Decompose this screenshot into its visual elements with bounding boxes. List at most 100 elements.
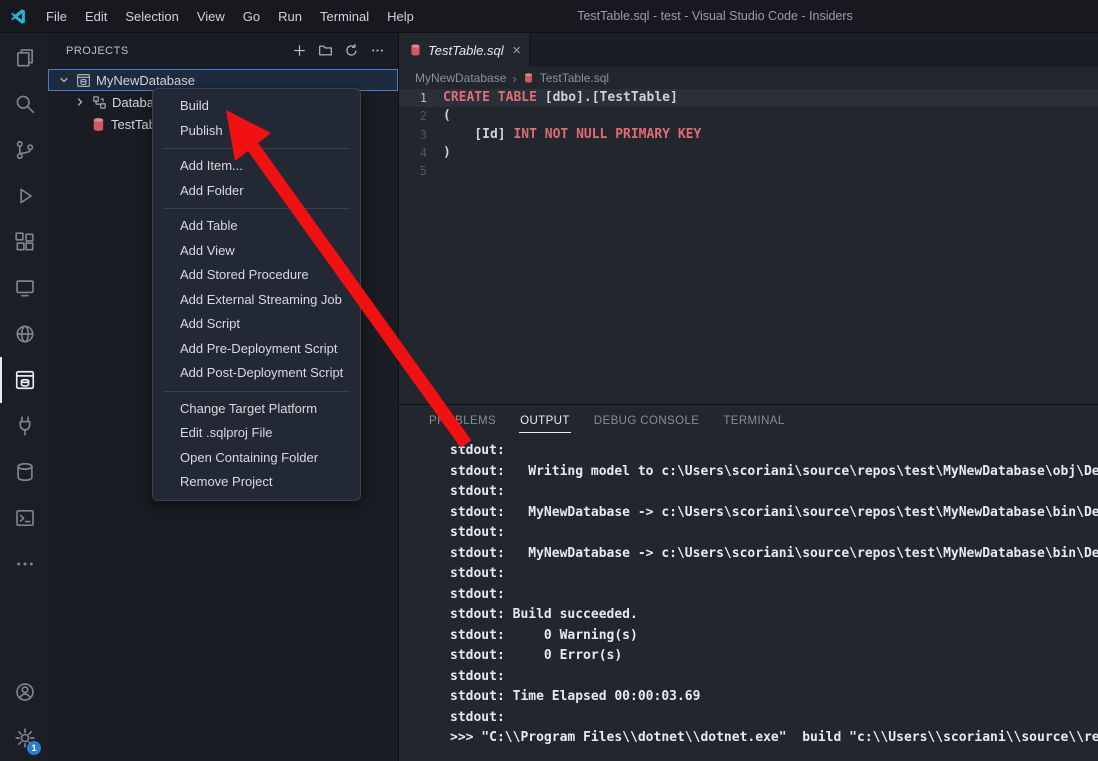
output-line: stdout: 0 Warning(s)	[450, 626, 1098, 647]
context-menu-item-add-script[interactable]: Add Script	[153, 312, 360, 337]
output-line: stdout: Writing model to c:\Users\scoria…	[450, 462, 1098, 483]
panel-tab-output[interactable]: OUTPUT	[510, 408, 580, 433]
chevron-down-icon[interactable]	[58, 74, 70, 86]
context-menu-item-add-folder[interactable]: Add Folder	[153, 179, 360, 204]
source-control-icon[interactable]	[0, 127, 48, 173]
settings-gear-icon[interactable]: 1	[0, 715, 48, 761]
breadcrumb-item[interactable]: TestTable.sql	[540, 71, 609, 85]
context-menu-item-publish[interactable]: Publish	[153, 119, 360, 144]
run-and-debug-icon[interactable]	[0, 173, 48, 219]
remote-explorer-icon[interactable]	[0, 265, 48, 311]
code-text: )	[443, 144, 451, 162]
breadcrumb-item[interactable]: MyNewDatabase	[415, 71, 506, 85]
menubar-item-selection[interactable]: Selection	[116, 0, 187, 33]
context-menu-item-open-containing-folder[interactable]: Open Containing Folder	[153, 446, 360, 471]
title-bar: FileEditSelectionViewGoRunTerminalHelp T…	[0, 0, 1098, 33]
panel-tab-debug-console[interactable]: DEBUG CONSOLE	[584, 408, 710, 433]
tab-close-icon[interactable]: ×	[512, 43, 521, 58]
output-line: >>> "C:\\Program Files\\dotnet\\dotnet.e…	[450, 728, 1098, 749]
panel-tab-problems[interactable]: PROBLEMS	[419, 408, 506, 433]
more-actions-icon[interactable]	[0, 541, 48, 587]
output-line: stdout: 0 Error(s)	[450, 646, 1098, 667]
chevron-right-icon: ›	[512, 71, 516, 86]
context-menu-item-build[interactable]: Build	[153, 94, 360, 119]
web-icon[interactable]	[0, 311, 48, 357]
menubar-item-edit[interactable]: Edit	[76, 0, 116, 33]
window-title: TestTable.sql - test - Visual Studio Cod…	[410, 9, 1020, 23]
database-project-icon	[75, 72, 91, 88]
tab-testtable-sql[interactable]: TestTable.sql ×	[399, 33, 530, 67]
output-line: stdout: Time Elapsed 00:00:03.69	[450, 687, 1098, 708]
context-menu-item-add-table[interactable]: Add Table	[153, 214, 360, 239]
account-icon[interactable]	[0, 669, 48, 715]
menubar-item-help[interactable]: Help	[378, 0, 423, 33]
context-menu-item-remove-project[interactable]: Remove Project	[153, 470, 360, 495]
refresh-icon[interactable]	[344, 43, 360, 59]
sql-file-database-icon	[90, 116, 106, 132]
notebooks-icon[interactable]	[0, 495, 48, 541]
menubar-item-view[interactable]: View	[188, 0, 234, 33]
context-menu-separator	[163, 208, 350, 209]
line-number: 1	[399, 89, 443, 107]
code-text: [Id] INT NOT NULL PRIMARY KEY	[443, 126, 701, 144]
explorer-icon[interactable]	[0, 35, 48, 81]
output-line: stdout: MyNewDatabase -> c:\Users\scoria…	[450, 503, 1098, 524]
editor-tab-bar: TestTable.sql ×	[399, 33, 1098, 67]
add-project-icon[interactable]	[292, 43, 308, 59]
code-line-5[interactable]: 5	[399, 162, 1098, 180]
context-menu-item-add-view[interactable]: Add View	[153, 239, 360, 264]
code-line-2[interactable]: 2(	[399, 107, 1098, 125]
context-menu-item-add-external-streaming-job[interactable]: Add External Streaming Job	[153, 288, 360, 313]
output-line: stdout:	[450, 441, 1098, 462]
context-menu-separator	[163, 391, 350, 392]
line-number: 3	[399, 126, 443, 144]
projects-panel-title: PROJECTS	[66, 45, 292, 57]
line-number: 4	[399, 144, 443, 162]
code-line-4[interactable]: 4)	[399, 144, 1098, 162]
code-text: CREATE TABLE [dbo].[TestTable]	[443, 89, 678, 107]
connections-icon[interactable]	[0, 403, 48, 449]
menubar-item-go[interactable]: Go	[234, 0, 269, 33]
search-icon[interactable]	[0, 81, 48, 127]
breadcrumb: MyNewDatabase › TestTable.sql	[399, 67, 1098, 89]
line-number: 5	[399, 162, 443, 180]
context-menu-item-change-target-platform[interactable]: Change Target Platform	[153, 397, 360, 422]
line-number: 2	[399, 107, 443, 125]
output-line: stdout:	[450, 667, 1098, 688]
sql-database-icon[interactable]	[0, 449, 48, 495]
code-line-1[interactable]: 1CREATE TABLE [dbo].[TestTable]	[399, 89, 1098, 107]
context-menu: BuildPublish Add Item...Add Folder Add Tab…	[152, 88, 361, 501]
vscode-window: FileEditSelectionViewGoRunTerminalHelp T…	[0, 0, 1098, 761]
activity-bar-bottom: 1	[0, 669, 48, 761]
extensions-icon[interactable]	[0, 219, 48, 265]
panel-tab-terminal[interactable]: TERMINAL	[713, 408, 794, 433]
settings-badge: 1	[27, 741, 41, 755]
context-menu-item-add-item[interactable]: Add Item...	[153, 154, 360, 179]
database-projects-icon[interactable]	[0, 357, 48, 403]
chevron-right-icon[interactable]	[74, 96, 86, 108]
panel-tab-bar: PROBLEMSOUTPUTDEBUG CONSOLETERMINAL	[399, 405, 1098, 436]
open-folder-icon[interactable]	[318, 43, 334, 59]
menubar-item-run[interactable]: Run	[269, 0, 311, 33]
tab-label: TestTable.sql	[428, 43, 506, 58]
output-console[interactable]: stdout:stdout: Writing model to c:\Users…	[399, 436, 1098, 761]
output-line: stdout: MyNewDatabase -> c:\Users\scoria…	[450, 544, 1098, 565]
context-menu-item-add-post-deployment-script[interactable]: Add Post-Deployment Script	[153, 361, 360, 386]
output-line: stdout: Build succeeded.	[450, 605, 1098, 626]
references-icon	[91, 94, 107, 110]
output-line: stdout:	[450, 708, 1098, 729]
context-menu-item-edit-sqlproj-file[interactable]: Edit .sqlproj File	[153, 421, 360, 446]
context-menu-item-add-pre-deployment-script[interactable]: Add Pre-Deployment Script	[153, 337, 360, 362]
vscode-insiders-logo-icon	[10, 8, 27, 25]
more-actions-icon[interactable]	[370, 43, 386, 59]
code-line-3[interactable]: 3 [Id] INT NOT NULL PRIMARY KEY	[399, 126, 1098, 144]
sql-file-database-icon	[409, 43, 422, 57]
bottom-panel: PROBLEMSOUTPUTDEBUG CONSOLETERMINAL stdo…	[399, 404, 1098, 761]
context-menu-item-add-stored-procedure[interactable]: Add Stored Procedure	[153, 263, 360, 288]
code-editor[interactable]: 1CREATE TABLE [dbo].[TestTable]2(3 [Id] …	[399, 89, 1098, 404]
menubar-item-terminal[interactable]: Terminal	[311, 0, 378, 33]
activity-bar: 1	[0, 33, 48, 761]
menubar-item-file[interactable]: File	[37, 0, 76, 33]
tree-item-label: MyNewDatabase	[96, 73, 195, 88]
output-line: stdout:	[450, 564, 1098, 585]
